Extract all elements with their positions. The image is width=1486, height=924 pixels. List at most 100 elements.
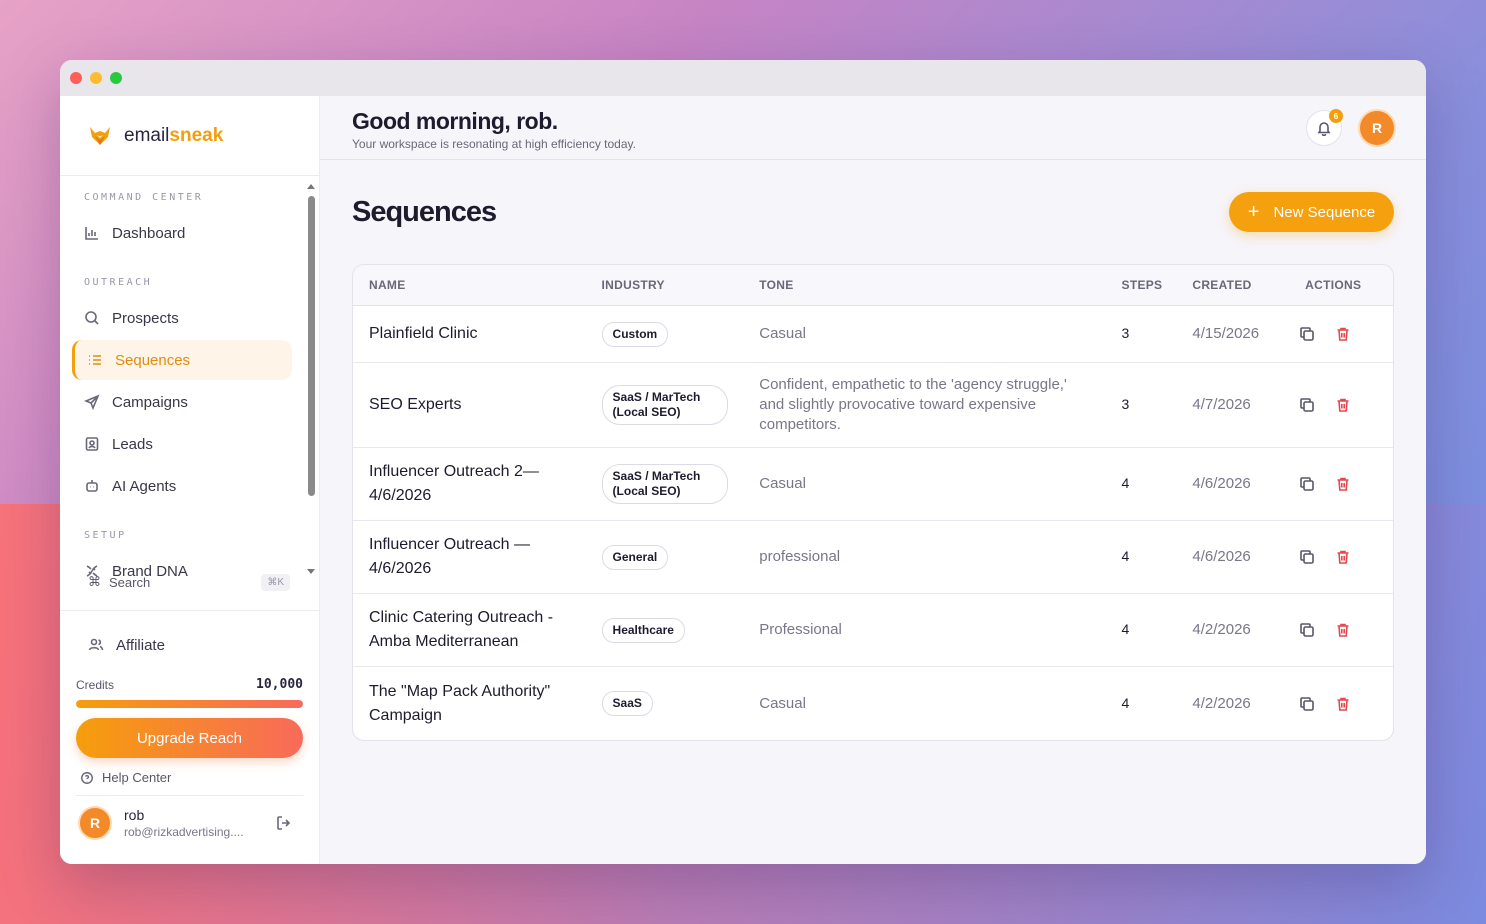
sequence-name[interactable]: Influencer Outreach 2—4/6/2026 [369,460,569,508]
delete-icon[interactable] [1335,549,1351,565]
sidebar-item-label: Dashboard [112,224,186,242]
table-row[interactable]: Plainfield Clinic Custom Casual 3 4/15/2… [353,306,1393,363]
table-row[interactable]: Clinic Catering Outreach - Amba Mediterr… [353,594,1393,667]
sidebar-search[interactable]: ⌘ Search ⌘K [72,572,290,592]
sequences-table: NAME INDUSTRY TONE STEPS CREATED ACTIONS… [352,264,1394,741]
duplicate-icon[interactable] [1299,397,1315,413]
scrollbar-thumb[interactable] [307,196,315,496]
sidebar-item-dashboard[interactable]: Dashboard [72,213,292,253]
sidebar-item-label: Leads [112,435,153,453]
top-header: Good morning, rob. Your workspace is res… [320,96,1426,160]
column-header-actions: ACTIONS [1305,278,1362,292]
scroll-down-arrow-icon[interactable] [307,569,315,574]
tone-text: Casual [759,694,806,712]
sidebar-footer: Affiliate Credits 10,000 Upgrade Reach H… [60,610,319,864]
table-row[interactable]: Influencer Outreach — 4/6/2026 General p… [353,521,1393,594]
minimize-window-button[interactable] [90,72,102,84]
logout-icon[interactable] [275,814,293,832]
bell-icon [1317,122,1331,136]
send-icon [84,394,100,410]
table-row[interactable]: The "Map Pack Authority" Campaign SaaS C… [353,667,1393,740]
scroll-up-arrow-icon[interactable] [307,184,315,189]
help-center-link[interactable]: Help Center [76,770,303,785]
main-content: Good morning, rob. Your workspace is res… [320,96,1426,864]
column-header-name[interactable]: NAME [353,278,602,292]
column-header-steps[interactable]: STEPS [1122,278,1193,292]
credits-value: 10,000 [256,677,303,692]
column-header-industry[interactable]: INDUSTRY [602,278,760,292]
command-icon: ⌘ [88,574,101,589]
notification-count-badge: 6 [1329,109,1343,123]
steps-count: 3 [1121,396,1130,412]
sidebar-item-sequences[interactable]: Sequences [72,340,292,380]
column-header-tone[interactable]: TONE [759,278,1121,292]
sequence-name[interactable]: Clinic Catering Outreach - Amba Mediterr… [369,606,584,654]
plus-icon: + [1247,201,1260,223]
delete-icon[interactable] [1335,476,1351,492]
delete-icon[interactable] [1335,696,1351,712]
close-window-button[interactable] [70,72,82,84]
table-row[interactable]: Influencer Outreach 2—4/6/2026 SaaS / Ma… [353,448,1393,521]
tone-text: Casual [759,325,806,342]
sidebar-item-leads[interactable]: Leads [72,424,292,464]
sidebar-item-campaigns[interactable]: Campaigns [72,382,292,422]
user-profile[interactable]: R rob rob@rizkadvertising.... [76,795,303,840]
search-icon [85,311,99,325]
greeting-title: Good morning, rob. [352,108,558,134]
sidebar-item-prospects[interactable]: Prospects [72,298,292,338]
tone-text: professional [759,548,841,565]
created-date: 4/7/2026 [1192,396,1251,413]
industry-badge: SaaS / MarTech (Local SEO) [601,385,728,425]
sequence-name[interactable]: Influencer Outreach — 4/6/2026 [369,533,569,581]
duplicate-icon[interactable] [1299,476,1315,492]
search-label: Search [109,574,151,590]
duplicate-icon[interactable] [1299,549,1315,565]
sidebar-scrollbar[interactable] [307,184,315,574]
sidebar-item-label: Campaigns [112,393,188,411]
sidebar: emailsneak COMMAND CENTER Dashboard OUTR… [60,96,320,864]
created-date: 4/6/2026 [1192,548,1251,565]
header-avatar[interactable]: R [1358,109,1396,147]
sidebar-item-ai-agents[interactable]: AI Agents [72,466,292,506]
greeting-subtitle: Your workspace is resonating at high eff… [352,137,636,151]
duplicate-icon[interactable] [1299,696,1315,712]
brand-logo-link[interactable]: emailsneak [60,96,319,176]
steps-count: 4 [1121,548,1130,564]
avatar: R [78,806,112,840]
maximize-window-button[interactable] [110,72,122,84]
sequence-name[interactable]: Plainfield Clinic [369,322,602,346]
upgrade-reach-button[interactable]: Upgrade Reach [76,718,303,758]
steps-count: 4 [1121,621,1130,637]
sidebar-item-affiliate[interactable]: Affiliate [76,629,303,661]
fox-logo-icon [90,126,110,145]
delete-icon[interactable] [1335,622,1351,638]
column-header-created[interactable]: CREATED [1192,278,1299,292]
affiliate-label: Affiliate [116,636,165,654]
notifications-button[interactable]: 6 [1306,109,1343,146]
new-sequence-button[interactable]: + New Sequence [1229,192,1394,232]
credits-progress-bar [76,700,303,708]
window-titlebar [60,60,1426,96]
created-date: 4/2/2026 [1192,621,1251,638]
app-window: emailsneak COMMAND CENTER Dashboard OUTR… [60,60,1426,864]
industry-badge: SaaS [601,691,653,716]
credits-label: Credits [76,677,115,692]
delete-icon[interactable] [1335,397,1351,413]
duplicate-icon[interactable] [1299,326,1315,342]
duplicate-icon[interactable] [1299,622,1315,638]
sequence-name[interactable]: SEO Experts [369,393,602,417]
created-date: 4/15/2026 [1192,325,1260,342]
created-date: 4/6/2026 [1192,475,1251,492]
table-header: NAME INDUSTRY TONE STEPS CREATED ACTIONS [353,265,1393,306]
page-title: Sequences [352,196,497,228]
user-name: rob [124,807,145,823]
new-sequence-label: New Sequence [1273,203,1376,221]
nav-section-command-center: COMMAND CENTER [84,192,204,203]
brand-name: emailsneak [124,124,224,146]
table-row[interactable]: SEO Experts SaaS / MarTech (Local SEO) C… [353,363,1393,448]
tone-text: Professional [759,621,842,638]
sequence-name[interactable]: The "Map Pack Authority" Campaign [369,680,584,728]
delete-icon[interactable] [1335,326,1351,342]
industry-badge: General [601,544,669,570]
steps-count: 3 [1121,325,1130,341]
